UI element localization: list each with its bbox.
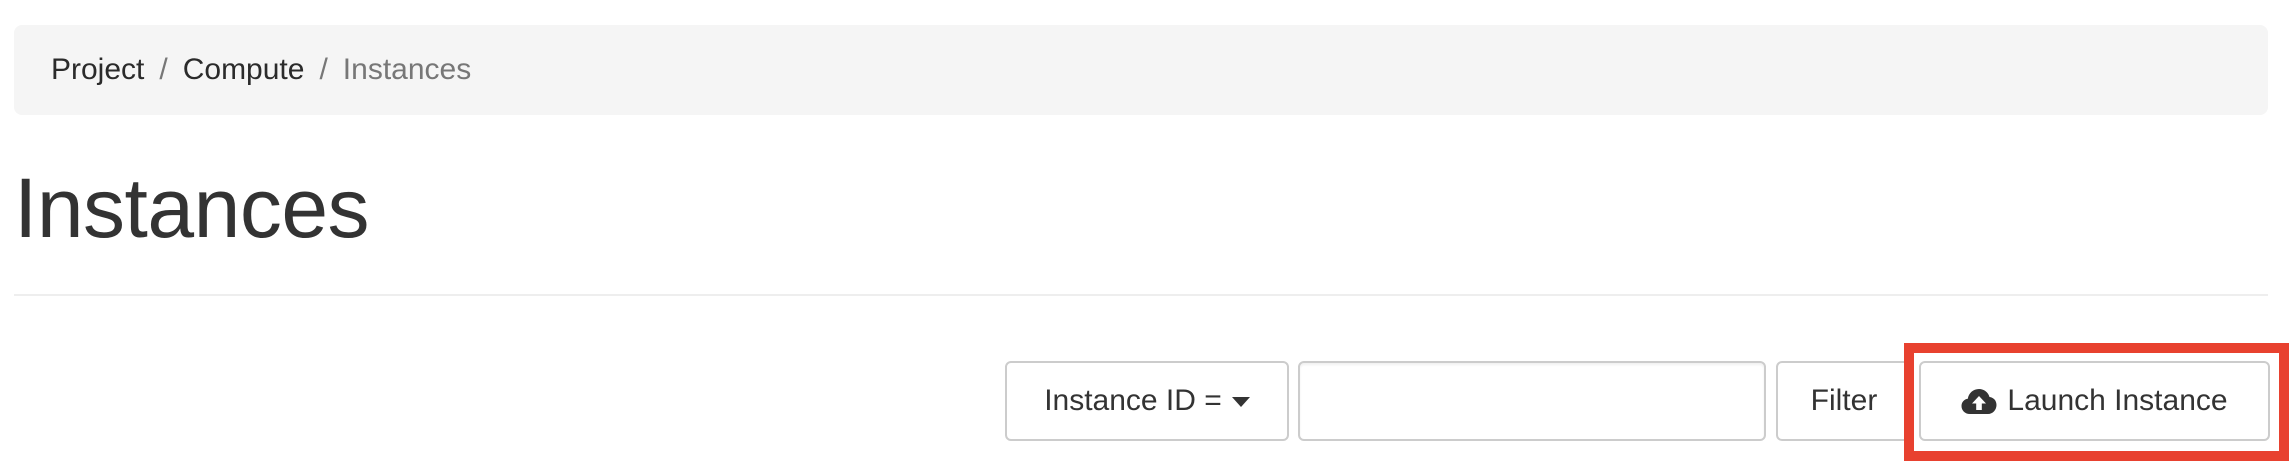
breadcrumb-item-compute[interactable]: Compute [183,53,305,87]
filter-input[interactable] [1298,361,1766,441]
caret-down-icon [1231,397,1250,407]
launch-instance-button[interactable]: Launch Instance [1919,361,2270,441]
breadcrumb: Project / Compute / Instances [14,25,2268,115]
breadcrumb-item-current: Instances [342,53,472,86]
breadcrumb-item-project[interactable]: Project [51,53,144,87]
filter-field-label: Instance ID = [1044,384,1222,417]
title-divider [14,294,2268,296]
filter-field-dropdown[interactable]: Instance ID = [1005,361,1289,441]
page-title: Instances [14,161,370,255]
filter-button[interactable]: Filter [1776,361,1912,441]
breadcrumb-separator: / [159,53,168,86]
launch-instance-label: Launch Instance [2007,384,2228,417]
breadcrumb-separator: / [319,53,328,86]
cloud-upload-icon [1961,387,1997,415]
